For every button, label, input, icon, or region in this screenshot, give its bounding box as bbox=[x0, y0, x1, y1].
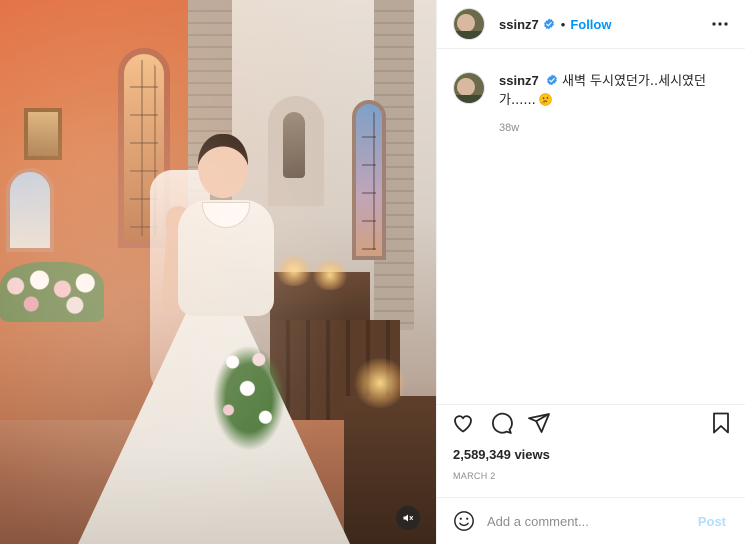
comment-bar: Post bbox=[437, 497, 745, 544]
thinking-face-icon bbox=[539, 93, 553, 106]
comment-input[interactable] bbox=[487, 513, 698, 529]
separator-dot: • bbox=[560, 16, 566, 32]
post-comment-button[interactable]: Post bbox=[698, 514, 726, 529]
username-link[interactable]: ssinz7 bbox=[499, 17, 539, 32]
verified-badge-icon bbox=[547, 74, 558, 86]
caption-timestamp[interactable]: 38w bbox=[499, 122, 733, 134]
follow-button[interactable]: Follow bbox=[570, 17, 611, 32]
heart-icon[interactable] bbox=[451, 411, 475, 435]
caption-username-link[interactable]: ssinz7 bbox=[499, 73, 539, 88]
caption: ssinz7 새벽 두시였던가..세시였던가...... 38w bbox=[453, 72, 733, 134]
verified-badge-icon bbox=[543, 18, 554, 30]
view-count[interactable]: 2,589,349 views bbox=[453, 447, 550, 462]
caption-avatar[interactable] bbox=[453, 72, 485, 104]
comment-icon[interactable] bbox=[489, 411, 513, 435]
emoji-icon[interactable] bbox=[453, 510, 475, 532]
caption-text: ssinz7 새벽 두시였던가..세시였던가...... bbox=[499, 72, 733, 110]
avatar[interactable] bbox=[453, 8, 485, 40]
action-bar bbox=[437, 404, 745, 436]
speaker-muted-icon bbox=[403, 514, 413, 522]
light-haze bbox=[0, 0, 436, 544]
mute-button[interactable] bbox=[396, 506, 420, 530]
post-details-panel: ssinz7 • Follow ssinz7 새벽 두시였던가..세시였던가..… bbox=[436, 0, 745, 544]
more-options-icon[interactable] bbox=[712, 17, 728, 31]
post-header: ssinz7 • Follow bbox=[437, 0, 745, 49]
share-icon[interactable] bbox=[527, 411, 551, 435]
post-date: MARCH 2 bbox=[453, 471, 496, 481]
save-bookmark-icon[interactable] bbox=[709, 411, 733, 435]
post-video[interactable] bbox=[0, 0, 436, 544]
